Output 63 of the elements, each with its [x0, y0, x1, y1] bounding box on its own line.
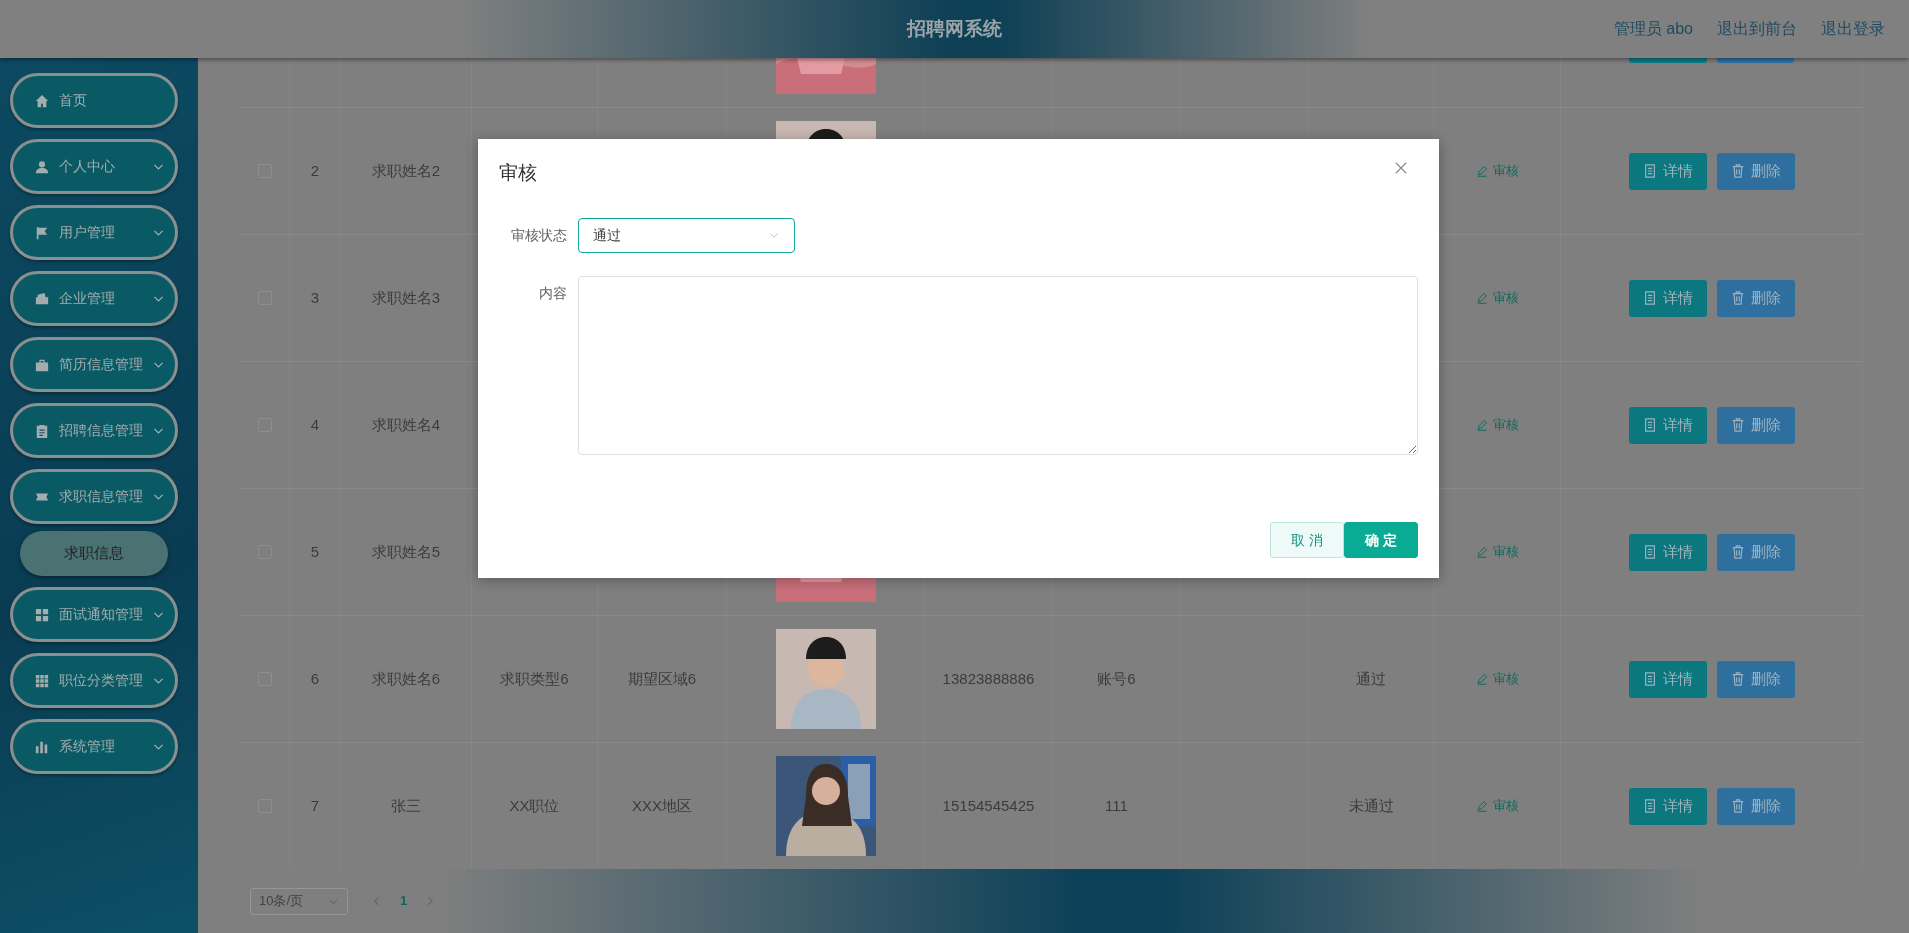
delete-button[interactable]: 删除 — [1716, 152, 1795, 190]
submenu-item[interactable]: 求职信息 — [20, 531, 168, 576]
detail-button[interactable]: 详情 — [1628, 787, 1707, 825]
audit-link[interactable]: 审核 — [1475, 288, 1519, 308]
sidebar-item[interactable]: 个人中心 — [10, 139, 178, 194]
table-cell-text: 求职姓名2 — [371, 160, 441, 181]
table-cell-text: 求职姓名6 — [371, 668, 441, 689]
table-cell-text: 求职姓名3 — [371, 287, 441, 308]
table-cell-text: 求职姓名5 — [371, 541, 441, 562]
sidebar-item[interactable]: 面试通知管理 — [10, 587, 178, 642]
table-cell-text: 通过 — [1356, 668, 1386, 689]
row-number: 7 — [310, 795, 320, 816]
header-link[interactable]: 管理员 abo — [1613, 17, 1693, 41]
page-size-select[interactable]: 10条/页 — [250, 887, 348, 915]
row-number: 2 — [310, 160, 320, 181]
header-link[interactable]: 退出登录 — [1821, 17, 1885, 41]
row-number: 3 — [310, 287, 320, 308]
delete-button[interactable]: 删除 — [1716, 406, 1795, 444]
cancel-button[interactable]: 取 消 — [1270, 522, 1344, 558]
sidebar-item[interactable]: 招聘信息管理 — [10, 403, 178, 458]
header-link[interactable]: 退出到前台 — [1717, 17, 1797, 41]
detail-button[interactable]: 详情 — [1628, 406, 1707, 444]
field-label: 内容 — [538, 283, 567, 303]
sidebar-item[interactable]: 系统管理 — [10, 719, 178, 774]
table-cell-text: 求职姓名4 — [371, 414, 441, 435]
table-cell-text: 111 — [1105, 795, 1128, 816]
audit-link[interactable]: 审核 — [1475, 542, 1519, 562]
detail-button[interactable]: 详情 — [1628, 533, 1707, 571]
row-number: 5 — [310, 541, 320, 562]
row-number: 6 — [310, 668, 320, 689]
page-number[interactable]: 1 — [400, 891, 408, 911]
app-title: 招聘网系统 — [907, 16, 1002, 41]
delete-button[interactable]: 删除 — [1716, 787, 1795, 825]
detail-button[interactable]: 详情 — [1628, 279, 1707, 317]
audit-link[interactable]: 审核 — [1475, 796, 1519, 816]
delete-button[interactable]: 删除 — [1716, 660, 1795, 698]
field-label: 审核状态 — [510, 225, 567, 245]
delete-button[interactable]: 删除 — [1716, 533, 1795, 571]
table-cell-text: XXX地区 — [632, 795, 692, 816]
detail-button[interactable]: 详情 — [1628, 660, 1707, 698]
audit-link[interactable]: 审核 — [1475, 161, 1519, 181]
audit-link[interactable]: 审核 — [1475, 669, 1519, 689]
table-cell-text: 求职类型6 — [500, 668, 569, 689]
status-select[interactable]: 通过 — [578, 217, 795, 253]
dialog-title: 审核 — [499, 161, 537, 185]
confirm-button[interactable]: 确 定 — [1344, 522, 1418, 558]
table-cell-text: 账号6 — [1097, 668, 1136, 689]
sidebar-item[interactable]: 求职信息管理 — [10, 469, 178, 524]
delete-button[interactable]: 删除 — [1716, 279, 1795, 317]
row-number: 4 — [310, 414, 320, 435]
table-cell-text: 张三 — [391, 795, 421, 816]
sidebar-item[interactable]: 企业管理 — [10, 271, 178, 326]
sidebar-item[interactable]: 职位分类管理 — [10, 653, 178, 708]
table-cell-text: 15154545425 — [942, 795, 1035, 816]
table-cell-text: XX职位 — [509, 795, 560, 816]
sidebar-item[interactable]: 简历信息管理 — [10, 337, 178, 392]
audit-link[interactable]: 审核 — [1475, 415, 1519, 435]
sidebar-item[interactable]: 首页 — [10, 73, 178, 128]
table-cell-text: 期望区域6 — [627, 668, 697, 689]
sidebar-item[interactable]: 用户管理 — [10, 205, 178, 260]
detail-button[interactable]: 详情 — [1628, 152, 1707, 190]
table-cell-text: 13823888886 — [942, 668, 1035, 689]
table-cell-text: 未通过 — [1348, 795, 1394, 816]
